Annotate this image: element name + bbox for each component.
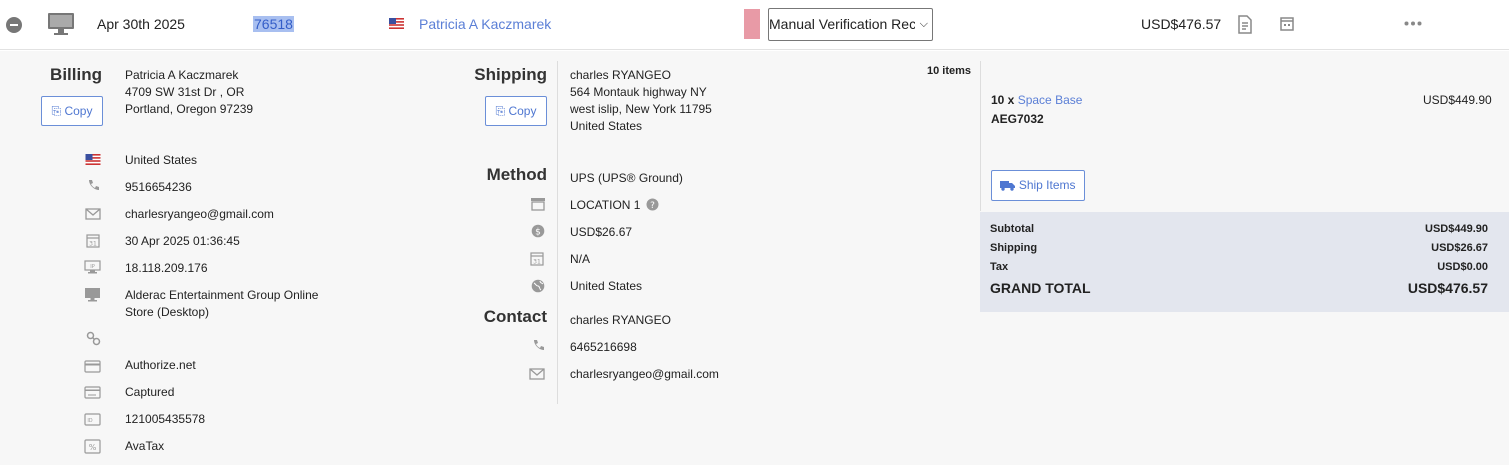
billing-payment-status: Captured — [125, 385, 175, 399]
order-id[interactable]: 76518 — [253, 16, 294, 32]
tax-value: USD$0.00 — [1437, 261, 1488, 273]
calendar-icon[interactable] — [1280, 16, 1294, 31]
ship-items-label: Ship Items — [1018, 178, 1076, 192]
collapse-icon[interactable] — [6, 17, 22, 33]
store-icon — [531, 198, 545, 211]
copy-billing-button[interactable]: ⎘ Copy — [41, 96, 103, 126]
shipping-title: Shipping — [474, 65, 547, 84]
copy-billing-label: Copy — [64, 104, 93, 118]
order-total: USD$476.57 — [1141, 16, 1222, 32]
shipping-name: charles RYANGEO — [570, 68, 671, 82]
billing-title: Billing — [50, 65, 102, 84]
svg-text:%: % — [89, 443, 97, 452]
contact-email-link[interactable]: charlesryangeo@gmail.com — [570, 366, 719, 383]
payment-status-icon — [84, 386, 101, 399]
svg-text:$: $ — [535, 228, 541, 238]
method-title: Method — [486, 165, 547, 184]
us-flag-icon — [85, 154, 101, 165]
column-divider — [980, 61, 981, 211]
svg-text:31: 31 — [533, 259, 541, 266]
item-quantity: 10 x — [991, 93, 1015, 107]
billing-email-link[interactable]: charlesryangeo@gmail.com — [125, 206, 274, 223]
item-sku: AEG7032 — [991, 112, 1044, 126]
billing-datetime: 30 Apr 2025 01:36:45 — [125, 234, 240, 248]
method-cost: USD$26.67 — [570, 225, 633, 239]
more-options-icon[interactable] — [1404, 21, 1422, 26]
status-select[interactable]: Manual Verification Rec ⌵ — [768, 8, 933, 41]
contact-title: Contact — [483, 307, 547, 326]
billing-tax-provider: AvaTax — [125, 439, 165, 453]
dollar-icon: $ — [531, 224, 545, 238]
ip-address-icon: IP — [84, 260, 101, 274]
copy-icon: ⎘ — [495, 104, 506, 118]
shipping-city: west islip, New York 11795 — [570, 102, 712, 116]
desktop-icon — [48, 13, 74, 35]
truck-icon — [1000, 181, 1016, 191]
method-location: LOCATION 1 ? — [570, 197, 659, 214]
billing-name: Patricia A Kaczmarek — [125, 68, 239, 82]
contact-phone: 6465216698 — [570, 340, 637, 354]
column-divider — [557, 61, 558, 404]
shipping-value: USD$26.67 — [1431, 242, 1488, 254]
desktop-icon — [85, 288, 100, 302]
subtotal-value: USD$449.90 — [1425, 223, 1488, 235]
order-date: Apr 30th 2025 — [97, 16, 185, 32]
svg-text:IP: IP — [90, 264, 95, 270]
email-icon — [529, 368, 545, 380]
us-flag-icon — [389, 18, 404, 29]
email-icon — [85, 208, 101, 220]
shipping-street: 564 Montauk highway NY — [570, 85, 707, 99]
method-date: N/A — [570, 252, 591, 266]
item-count: 10 items — [927, 65, 972, 77]
ship-items-button[interactable]: Ship Items — [991, 170, 1085, 201]
date-icon: 31 — [530, 252, 544, 266]
billing-gateway: Authorize.net — [125, 358, 196, 372]
order-summary: Subtotal USD$449.90 Shipping USD$26.67 T… — [980, 212, 1509, 312]
item-line: 10 x Space Base — [991, 92, 1082, 109]
shipping-label: Shipping — [990, 242, 1038, 254]
globe-icon — [531, 279, 545, 293]
billing-phone: 9516654236 — [125, 180, 192, 194]
copy-shipping-button[interactable]: ⎘ Copy — [485, 96, 547, 126]
contact-name: charles RYANGEO — [570, 313, 671, 327]
phone-icon — [89, 180, 99, 190]
help-icon[interactable]: ? — [646, 198, 659, 211]
grand-total-value: USD$476.57 — [1407, 280, 1488, 296]
svg-text:31: 31 — [89, 241, 97, 248]
customer-name-link[interactable]: Patricia A Kaczmarek — [419, 16, 551, 32]
date-icon: 31 — [86, 234, 100, 248]
billing-store-line1: Alderac Entertainment Group Online — [125, 288, 319, 302]
svg-text:ID: ID — [87, 418, 92, 424]
link-icon — [86, 331, 101, 346]
credit-card-icon — [84, 360, 101, 373]
method-service: UPS (UPS® Ground) — [570, 171, 683, 185]
chevron-down-icon: ⌵ — [919, 18, 928, 30]
invoice-icon[interactable] — [1237, 15, 1253, 34]
subtotal-label: Subtotal — [990, 223, 1034, 235]
method-location-label: LOCATION 1 — [570, 198, 641, 212]
shipping-country: United States — [570, 119, 643, 133]
billing-transaction-id: 121005435578 — [125, 412, 206, 426]
status-color-swatch — [744, 9, 760, 39]
order-row[interactable]: Apr 30th 2025 76518 Patricia A Kaczmarek… — [0, 0, 1509, 50]
method-region-link[interactable]: United States — [570, 278, 642, 295]
item-price: USD$449.90 — [1423, 93, 1492, 107]
billing-ip-link[interactable]: 18.118.209.176 — [125, 260, 208, 277]
item-name-link[interactable]: Space Base — [1018, 93, 1083, 107]
status-select-value: Manual Verification Rec — [769, 16, 915, 32]
billing-store-line2: Store (Desktop) — [125, 305, 210, 319]
svg-text:?: ? — [650, 201, 655, 211]
billing-street: 4709 SW 31st Dr , OR — [125, 85, 245, 99]
copy-icon: ⎘ — [51, 104, 62, 118]
tax-icon: % — [84, 439, 101, 454]
billing-city: Portland, Oregon 97239 — [125, 102, 254, 116]
copy-shipping-label: Copy — [508, 104, 537, 118]
transaction-id-icon: ID — [84, 413, 101, 426]
phone-icon — [534, 340, 544, 350]
grand-total-label: GRAND TOTAL — [990, 280, 1091, 296]
tax-label: Tax — [990, 261, 1009, 273]
billing-country: United States — [125, 153, 198, 167]
